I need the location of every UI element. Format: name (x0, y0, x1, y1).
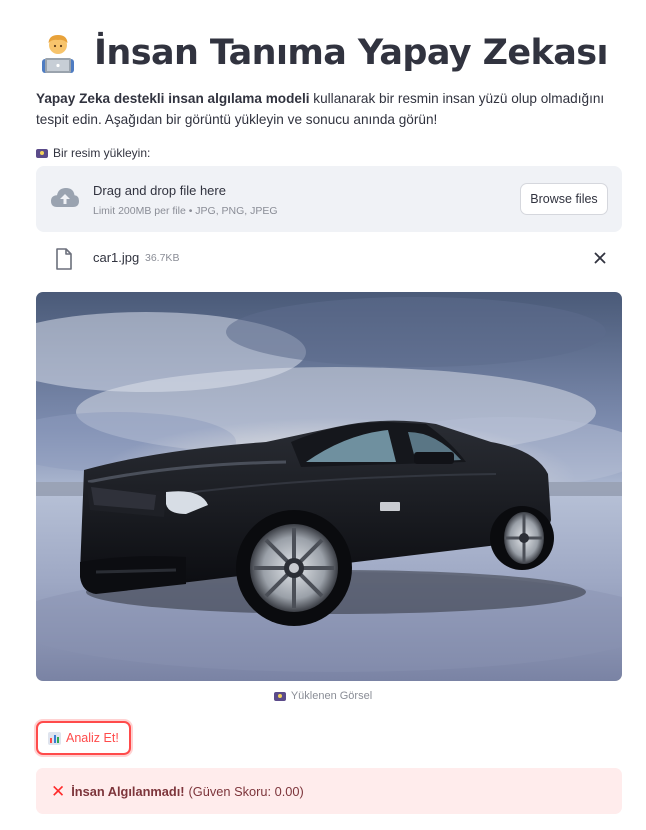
analyze-button-label: Analiz Et! (66, 731, 119, 745)
page-title: İnsan Tanıma Yapay Zekası (94, 33, 608, 73)
uploader-label-text: Bir resim yükleyin: (53, 146, 151, 160)
dropzone-limit: Limit 200MB per file • JPG, PNG, JPEG (93, 205, 278, 217)
uploader-label: Bir resim yükleyin: (36, 146, 150, 160)
dropzone-instruction: Drag and drop file here (93, 183, 226, 198)
browse-files-button[interactable]: Browse files (520, 183, 608, 215)
result-alert: ✕ İnsan Algılanmadı! (Güven Skoru: 0.00) (36, 768, 622, 814)
file-dropzone[interactable]: Drag and drop file here Limit 200MB per … (36, 166, 622, 232)
cross-mark-icon: ✕ (51, 781, 66, 801)
image-caption-text: Yüklenen Görsel (290, 690, 373, 702)
camera-icon (273, 691, 286, 701)
close-icon[interactable] (592, 250, 608, 266)
result-status: İnsan Algılanmadı! (71, 783, 185, 799)
page-header: İnsan Tanıma Yapay Zekası (36, 28, 608, 78)
page-description: Yapay Zeka destekli insan algılama model… (36, 88, 626, 130)
bar-chart-icon (48, 731, 61, 745)
description-bold: Yapay Zeka destekli insan algılama model… (36, 91, 310, 106)
result-detail: (Güven Skoru: 0.00) (188, 783, 304, 799)
file-icon (55, 248, 73, 270)
uploaded-image (36, 292, 622, 681)
technologist-icon (36, 31, 80, 75)
camera-icon (36, 148, 48, 158)
image-caption: Yüklenen Görsel (0, 690, 646, 702)
cloud-upload-icon (49, 185, 81, 213)
uploaded-file-row: car1.jpg 36.7KB (36, 244, 622, 272)
analyze-button[interactable]: Analiz Et! (36, 721, 131, 755)
file-name: car1.jpg (93, 250, 140, 265)
file-size: 36.7KB (145, 252, 180, 264)
